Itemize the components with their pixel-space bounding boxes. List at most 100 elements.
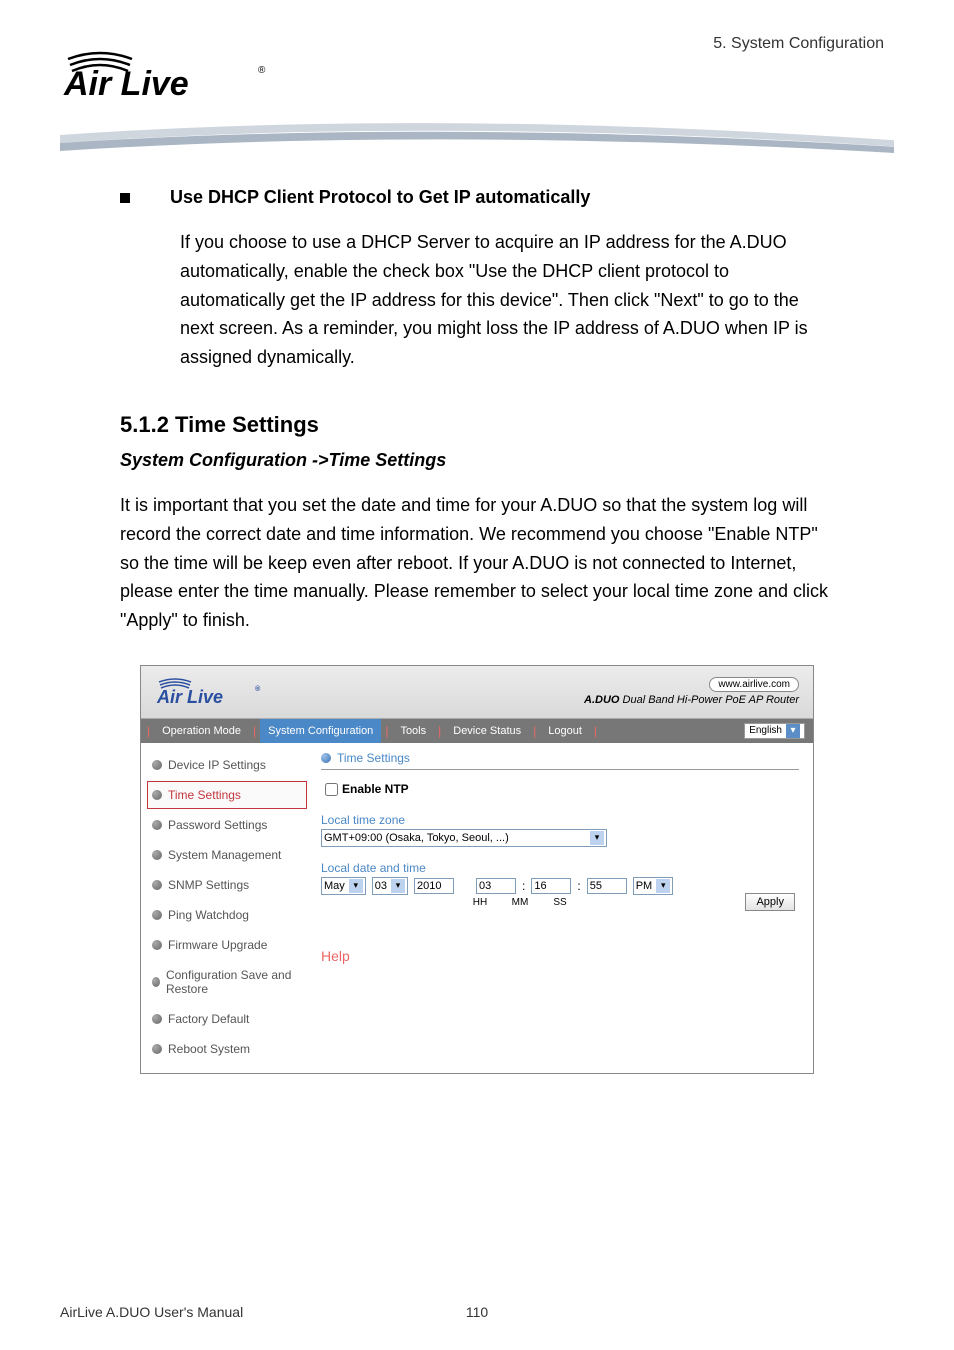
- day-select[interactable]: 03 ▾: [372, 877, 408, 895]
- colon: :: [577, 879, 580, 893]
- sidebar-item-label: System Management: [168, 848, 281, 862]
- nav-separator: |: [438, 724, 441, 738]
- chevron-down-icon: ▾: [590, 831, 604, 845]
- site-link[interactable]: www.airlive.com: [709, 677, 799, 692]
- tz-label: Local time zone: [321, 813, 799, 827]
- language-select[interactable]: English ▾: [744, 723, 805, 739]
- chevron-down-icon: ▾: [786, 724, 800, 738]
- airlive-logo: Air Live ®: [60, 45, 894, 105]
- svg-text:®: ®: [255, 685, 261, 693]
- sidebar-item-label: Device IP Settings: [168, 758, 266, 772]
- bullet-square-icon: [120, 193, 130, 203]
- help-link[interactable]: Help: [321, 948, 799, 964]
- sidebar-item-label: Reboot System: [168, 1042, 250, 1056]
- dot-icon: [321, 753, 331, 763]
- nav-bar: | Operation Mode | System Configuration …: [141, 719, 813, 743]
- dot-icon: [152, 760, 162, 770]
- chevron-down-icon: ▾: [391, 879, 405, 893]
- svg-text:Air Live: Air Live: [63, 65, 189, 103]
- chevron-down-icon: ▾: [656, 879, 670, 893]
- dot-icon: [152, 940, 162, 950]
- sidebar-item-label: Configuration Save and Restore: [166, 968, 302, 996]
- nav-separator: |: [385, 724, 388, 738]
- dot-icon: [152, 790, 162, 800]
- tab-system-configuration[interactable]: System Configuration: [260, 719, 381, 743]
- nav-separator: |: [533, 724, 536, 738]
- enable-ntp-row[interactable]: Enable NTP: [321, 780, 799, 799]
- year-input[interactable]: [414, 878, 454, 894]
- nav-separator: |: [147, 724, 150, 738]
- hh-col-label: HH: [463, 897, 497, 908]
- ampm-select[interactable]: PM▾: [633, 877, 674, 895]
- panel-title: Time Settings: [337, 751, 410, 765]
- dot-icon: [152, 977, 160, 987]
- panel-title-row: Time Settings: [321, 751, 799, 765]
- sidebar-item-device-ip[interactable]: Device IP Settings: [147, 751, 307, 779]
- tab-device-status[interactable]: Device Status: [445, 725, 529, 737]
- nav-separator: |: [594, 724, 597, 738]
- mini-airlive-logo: Air Live ®: [155, 675, 265, 709]
- enable-ntp-label: Enable NTP: [342, 782, 409, 796]
- divider: [321, 769, 799, 770]
- bullet-body: If you choose to use a DHCP Server to ac…: [180, 228, 834, 372]
- month-value: May: [324, 880, 345, 892]
- page-number: 110: [466, 1304, 488, 1320]
- sidebar-item-factory-default[interactable]: Factory Default: [147, 1005, 307, 1033]
- sidebar-item-reboot[interactable]: Reboot System: [147, 1035, 307, 1063]
- day-value: 03: [375, 880, 387, 892]
- section-heading: 5.1.2 Time Settings: [120, 412, 834, 438]
- dot-icon: [152, 1044, 162, 1054]
- tab-logout[interactable]: Logout: [540, 725, 590, 737]
- section-paragraph: It is important that you set the date an…: [120, 491, 834, 635]
- dot-icon: [152, 1014, 162, 1024]
- date-label: Local date and time: [321, 861, 799, 875]
- tab-tools[interactable]: Tools: [392, 725, 434, 737]
- enable-ntp-checkbox[interactable]: [325, 783, 338, 796]
- tz-value: GMT+09:00 (Osaka, Tokyo, Seoul, ...): [324, 832, 586, 844]
- nav-separator: |: [253, 724, 256, 738]
- header-swoosh: [60, 117, 894, 157]
- product-prefix: A.DUO: [584, 694, 619, 706]
- sidebar-item-label: Factory Default: [168, 1012, 249, 1026]
- sidebar-item-label: Ping Watchdog: [168, 908, 249, 922]
- dot-icon: [152, 880, 162, 890]
- sidebar-item-snmp[interactable]: SNMP Settings: [147, 871, 307, 899]
- apply-button[interactable]: Apply: [745, 893, 795, 911]
- sidebar-item-system-mgmt[interactable]: System Management: [147, 841, 307, 869]
- dot-icon: [152, 910, 162, 920]
- sidebar-item-config-save[interactable]: Configuration Save and Restore: [147, 961, 307, 1003]
- chapter-label: 5. System Configuration: [713, 35, 884, 53]
- tz-select[interactable]: GMT+09:00 (Osaka, Tokyo, Seoul, ...) ▾: [321, 829, 607, 847]
- sidebar: Device IP Settings Time Settings Passwor…: [141, 743, 307, 1073]
- hh-input[interactable]: [476, 878, 516, 894]
- embedded-screenshot: Air Live ® www.airlive.com A.DUO Dual Ba…: [140, 665, 814, 1074]
- section-subheading: System Configuration ->Time Settings: [120, 450, 834, 471]
- sidebar-item-password[interactable]: Password Settings: [147, 811, 307, 839]
- ampm-value: PM: [636, 880, 653, 892]
- colon: :: [522, 879, 525, 893]
- dot-icon: [152, 850, 162, 860]
- sidebar-item-label: Time Settings: [168, 788, 241, 802]
- sidebar-item-ping-watchdog[interactable]: Ping Watchdog: [147, 901, 307, 929]
- footer-left: AirLive A.DUO User's Manual: [60, 1304, 243, 1320]
- mm-col-label: MM: [503, 897, 537, 908]
- language-value: English: [749, 725, 782, 736]
- product-rest: Dual Band Hi-Power PoE AP Router: [619, 694, 799, 706]
- ss-input[interactable]: [587, 878, 627, 894]
- product-name: A.DUO Dual Band Hi-Power PoE AP Router: [584, 694, 799, 706]
- chevron-down-icon: ▾: [349, 879, 363, 893]
- ss-col-label: SS: [543, 897, 577, 908]
- sidebar-item-label: Firmware Upgrade: [168, 938, 267, 952]
- svg-text:Air Live: Air Live: [156, 687, 223, 707]
- tab-operation-mode[interactable]: Operation Mode: [154, 725, 249, 737]
- sidebar-item-label: Password Settings: [168, 818, 267, 832]
- dot-icon: [152, 820, 162, 830]
- main-panel: Time Settings Enable NTP Local time zone…: [307, 743, 813, 1073]
- sidebar-item-firmware[interactable]: Firmware Upgrade: [147, 931, 307, 959]
- sidebar-item-time-settings[interactable]: Time Settings: [147, 781, 307, 809]
- bullet-title: Use DHCP Client Protocol to Get IP autom…: [170, 187, 590, 208]
- sidebar-item-label: SNMP Settings: [168, 878, 249, 892]
- mm-input[interactable]: [531, 878, 571, 894]
- svg-text:®: ®: [258, 65, 266, 76]
- month-select[interactable]: May ▾: [321, 877, 366, 895]
